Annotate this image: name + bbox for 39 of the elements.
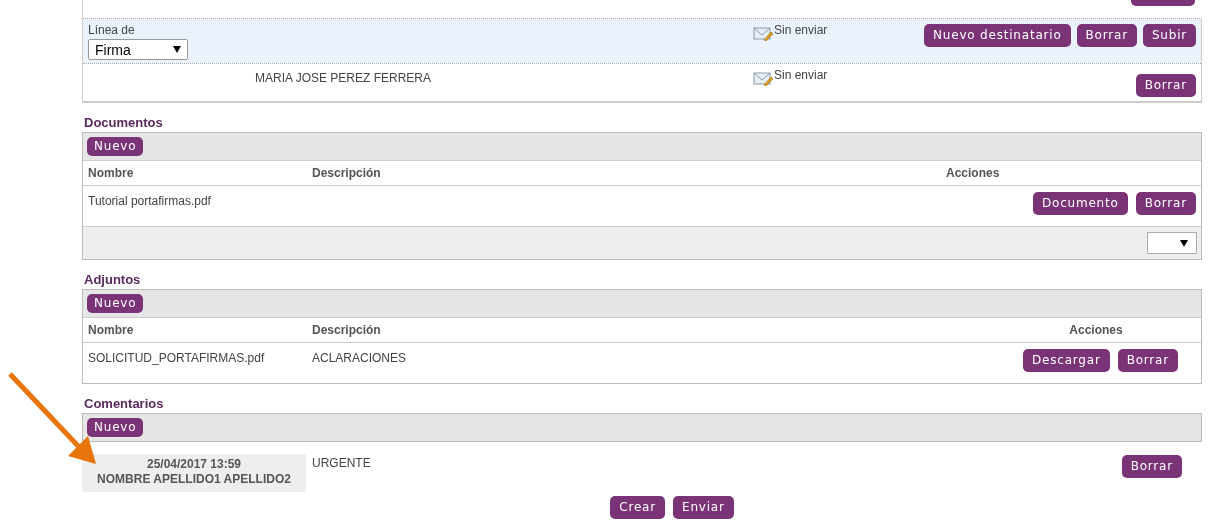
- dropdown-caret-icon: [173, 46, 181, 53]
- form-button[interactable]: Crear: [610, 496, 665, 519]
- column-header: Acciones: [1068, 323, 1124, 337]
- table-cell-text: ACLARACIONES: [312, 350, 408, 365]
- partial-button[interactable]: [1131, 0, 1195, 6]
- send-status: Sin enviar: [774, 68, 828, 82]
- form-button[interactable]: Enviar: [673, 496, 734, 519]
- section-title: Adjuntos: [84, 272, 142, 287]
- send-status: Sin enviar: [774, 23, 828, 37]
- column-header: Acciones: [946, 166, 1001, 180]
- envelope-pencil-icon: [753, 71, 773, 86]
- action-button[interactable]: Descargar: [1023, 349, 1110, 372]
- recipient-name: MARIA JOSE PEREZ FERRERA: [255, 71, 433, 85]
- signature-type-select[interactable]: Firma: [88, 39, 188, 60]
- page-select[interactable]: [1147, 232, 1197, 254]
- comment-meta: 25/04/2017 13:59 NOMBRE APELLIDO1 APELLIDO2: [82, 454, 306, 492]
- section-title: Comentarios: [84, 396, 165, 411]
- action-button[interactable]: Borrar: [1135, 74, 1196, 97]
- table-cell-text: Tutorial portafirmas.pdf: [88, 193, 212, 208]
- action-button[interactable]: Borrar: [1076, 24, 1137, 47]
- action-button[interactable]: Documento: [1032, 192, 1128, 215]
- column-header: Nombre: [88, 323, 135, 337]
- action-button[interactable]: Borrar: [1117, 349, 1178, 372]
- new-button[interactable]: Nuevo: [87, 294, 144, 313]
- column-header: Descripción: [312, 323, 382, 337]
- column-header: Descripción: [312, 166, 382, 180]
- line-label: Línea de: [88, 23, 136, 37]
- envelope-pencil-icon: [753, 26, 773, 41]
- action-button[interactable]: Nuevo destinatario: [924, 24, 1071, 47]
- column-header: Nombre: [88, 166, 135, 180]
- action-button[interactable]: Subir: [1142, 24, 1196, 47]
- table-cell-text: SOLICITUD_PORTAFIRMAS.pdf: [88, 350, 266, 365]
- action-button[interactable]: Borrar: [1135, 192, 1196, 215]
- section-title: Documentos: [84, 115, 164, 130]
- new-button[interactable]: Nuevo: [87, 137, 144, 156]
- dropdown-caret-icon: [1180, 239, 1188, 247]
- new-button[interactable]: Nuevo: [87, 418, 144, 437]
- comment-text: URGENTE: [312, 456, 371, 470]
- action-button[interactable]: Borrar: [1121, 455, 1182, 478]
